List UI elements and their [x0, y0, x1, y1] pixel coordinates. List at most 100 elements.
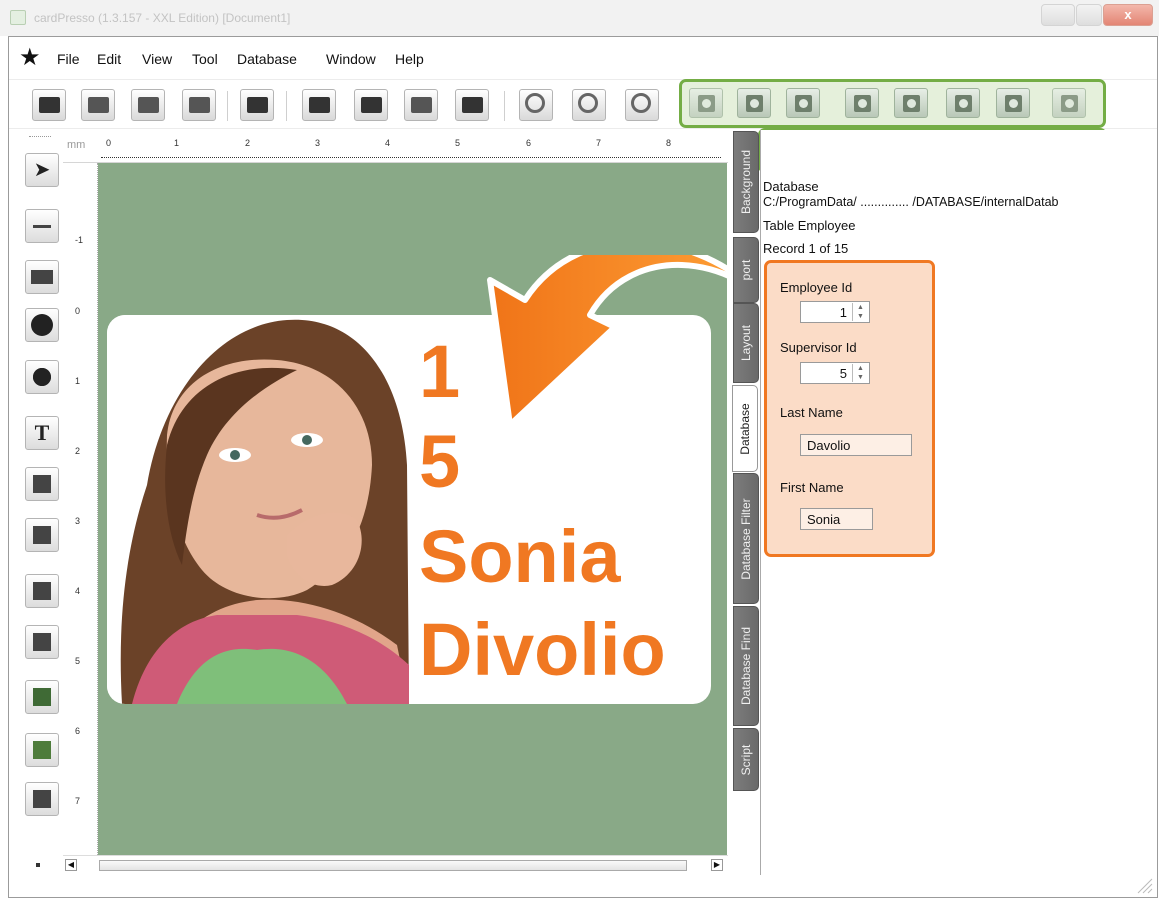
barcode-icon[interactable]: [25, 574, 59, 608]
ruler-number: 6: [75, 726, 81, 736]
db-open-icon[interactable]: [689, 88, 723, 118]
card-last-name[interactable]: Divolio: [419, 613, 666, 687]
menu-window[interactable]: Window: [326, 51, 376, 67]
toolbar-grip[interactable]: [29, 136, 51, 139]
employee-photo[interactable]: [107, 315, 409, 704]
preview-button[interactable]: [404, 89, 438, 121]
tab-background[interactable]: Background: [733, 131, 759, 233]
employee-id-label: Employee Id: [780, 280, 853, 295]
database-heading: Database: [763, 179, 819, 194]
record-fields-panel: Employee Id 1 ▲ ▼ Supervisor Id 5 ▲ ▼ Last…: [764, 260, 935, 557]
horizontal-ruler: mm 0 1 2 3 4 5 6 7 8: [63, 130, 728, 163]
stepper-arrows-icon[interactable]: ▲ ▼: [852, 364, 868, 382]
rectangle-icon[interactable]: [25, 260, 59, 294]
tab-database-filter[interactable]: Database Filter: [733, 473, 759, 604]
menu-view[interactable]: View: [142, 51, 172, 67]
first-name-field[interactable]: Sonia: [800, 508, 873, 530]
sidebar-dot: [36, 863, 40, 867]
menu-database[interactable]: Database: [237, 51, 297, 67]
magstripe-button[interactable]: [354, 89, 388, 121]
ruler-number: 4: [75, 586, 81, 596]
maximize-button[interactable]: [1076, 4, 1102, 26]
menu-help[interactable]: Help: [395, 51, 424, 67]
ruler-number: 4: [385, 138, 391, 148]
db-next-icon[interactable]: [946, 88, 980, 118]
close-button[interactable]: x: [1103, 4, 1153, 26]
smartcard-button[interactable]: [455, 89, 489, 121]
scroll-right-icon[interactable]: ▶: [711, 859, 723, 871]
menu-file[interactable]: File: [57, 51, 80, 67]
zoom-in-button[interactable]: [519, 89, 553, 121]
record-counter: Record 1 of 15: [763, 241, 849, 256]
star-icon[interactable]: ★: [19, 43, 41, 72]
scroll-left-icon[interactable]: ◀: [65, 859, 77, 871]
image-icon[interactable]: [25, 680, 59, 714]
minimize-button[interactable]: [1041, 4, 1075, 26]
employee-id-value[interactable]: 1: [840, 305, 847, 320]
ruler-unit: mm: [67, 139, 86, 151]
ruler-number: 8: [666, 138, 672, 148]
supervisor-id-stepper[interactable]: 5 ▲ ▼: [800, 362, 870, 384]
card-setup-button[interactable]: [32, 89, 66, 121]
pointer-icon[interactable]: ➤: [25, 153, 59, 187]
tab-script[interactable]: Script: [733, 728, 759, 791]
database-nav-toolbar: [679, 79, 1106, 128]
zoom-out-button[interactable]: [572, 89, 606, 121]
db-undo-icon[interactable]: [1052, 88, 1086, 118]
line-icon[interactable]: [25, 209, 59, 243]
tab-layout-export[interactable]: port: [733, 237, 759, 303]
last-name-field[interactable]: Davolio: [800, 434, 912, 456]
zoom-fit-button[interactable]: [625, 89, 659, 121]
ruler-number: 2: [245, 138, 251, 148]
title-bar: cardPresso (1.3.157 - XXL Edition) [Docu…: [0, 0, 1159, 36]
card-front-button[interactable]: [302, 89, 336, 121]
toolbar-separator: [504, 91, 505, 121]
horizontal-scrollbar[interactable]: ◀ ▶: [63, 855, 728, 874]
print-back-button[interactable]: [131, 89, 165, 121]
ellipse-icon[interactable]: [25, 308, 59, 342]
tab-layout[interactable]: Layout: [733, 303, 759, 383]
menu-bar: ★ File Edit View Tool Database Window He…: [9, 37, 1157, 79]
qrcode-icon[interactable]: [25, 625, 59, 659]
encode-button[interactable]: [182, 89, 216, 121]
camera-icon[interactable]: [25, 782, 59, 816]
toolbar-separator: [286, 91, 287, 121]
card-supervisor-id[interactable]: 5: [419, 425, 460, 499]
supervisor-id-label: Supervisor Id: [780, 340, 857, 355]
tools-sidebar: ➤ T: [9, 130, 60, 875]
db-last-icon[interactable]: [996, 88, 1030, 118]
ruler-number: -1: [75, 235, 84, 245]
tab-database-find[interactable]: Database Find: [733, 606, 759, 726]
menu-edit[interactable]: Edit: [97, 51, 121, 67]
db-refresh-icon[interactable]: [786, 88, 820, 118]
ruler-number: 7: [596, 138, 602, 148]
counter-icon[interactable]: [25, 467, 59, 501]
scroll-thumb[interactable]: [99, 860, 687, 871]
print-front-button[interactable]: [81, 89, 115, 121]
ruler-number: 2: [75, 446, 81, 456]
resize-grip-icon[interactable]: [1134, 875, 1154, 895]
ruler-number: 5: [75, 656, 81, 666]
calendar-icon[interactable]: [25, 518, 59, 552]
supervisor-id-value[interactable]: 5: [840, 366, 847, 381]
db-first-icon[interactable]: [845, 88, 879, 118]
printer-button[interactable]: [240, 89, 274, 121]
table-name: Table Employee: [763, 218, 856, 233]
tab-database[interactable]: Database: [732, 385, 758, 472]
card-first-name[interactable]: Sonia: [419, 520, 620, 594]
db-settings-icon[interactable]: [737, 88, 771, 118]
vertical-ruler: -1 0 1 2 3 4 5 6 7: [63, 163, 98, 855]
ruler-number: 1: [75, 376, 81, 386]
stepper-arrows-icon[interactable]: ▲ ▼: [852, 303, 868, 321]
card-employee-id[interactable]: 1: [419, 335, 460, 409]
menu-tool[interactable]: Tool: [192, 51, 218, 67]
employee-id-stepper[interactable]: 1 ▲ ▼: [800, 301, 870, 323]
ruler-number: 7: [75, 796, 81, 806]
text-icon[interactable]: T: [25, 416, 59, 450]
db-previous-icon[interactable]: [894, 88, 928, 118]
shape-icon[interactable]: [25, 360, 59, 394]
ruler-ticks: [101, 152, 721, 158]
last-name-label: Last Name: [780, 405, 843, 420]
picture-icon[interactable]: [25, 733, 59, 767]
app-icon: [10, 10, 26, 25]
